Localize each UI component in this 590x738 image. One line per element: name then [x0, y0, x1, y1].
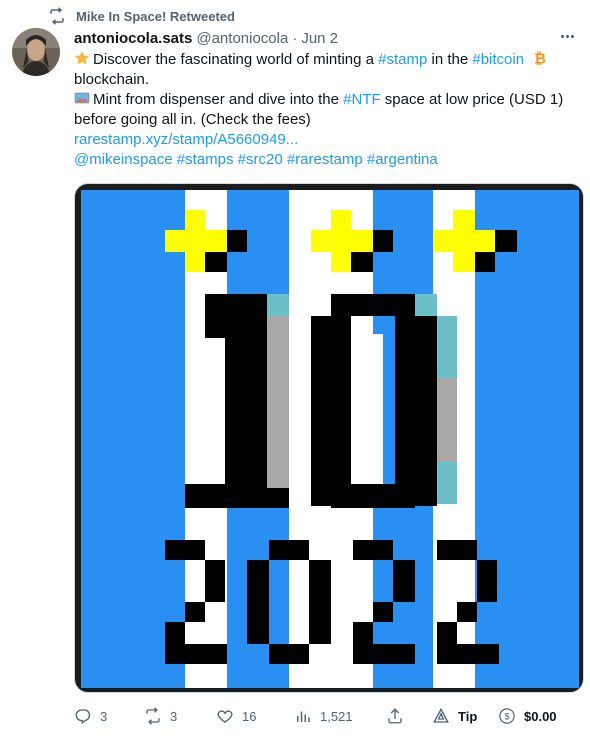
tip-button[interactable]: Tip — [432, 707, 477, 725]
heart-icon — [217, 710, 233, 723]
reply-button[interactable]: 3 — [74, 707, 107, 725]
header-separator: · — [292, 29, 298, 47]
star-emoji — [75, 51, 89, 65]
tweet-line-4: before going all in. (Check the fees) — [74, 111, 311, 128]
reply-count: 3 — [100, 708, 108, 724]
reply-icon — [75, 709, 91, 725]
retweet-icon — [146, 707, 160, 725]
tip-label: Tip — [458, 708, 478, 724]
hashtag-ntf[interactable]: #NTF — [343, 91, 381, 108]
share-icon — [388, 708, 402, 724]
hashtag-bitcoin[interactable]: #bitcoin — [472, 51, 524, 68]
share-button[interactable] — [386, 707, 404, 725]
views-icon — [297, 711, 310, 722]
retweet-indicator[interactable]: Mike In Space! Retweeted — [48, 7, 235, 25]
tv-emoji — [74, 92, 90, 104]
tweet-line-1: Discover the fascinating world of mintin… — [74, 50, 578, 70]
author-handle[interactable]: @antoniocola — [196, 30, 288, 47]
svg-text:$: $ — [504, 711, 509, 721]
action-bar: 3 3 16 1,521 Tip $ $0.00 — [74, 705, 570, 727]
hashtag-stamp[interactable]: #stamp — [378, 51, 427, 68]
tweet-line-2: blockchain. — [74, 71, 150, 88]
retweet-icon — [50, 7, 64, 25]
retweet-count: 3 — [170, 708, 178, 724]
views-button[interactable]: 1,521 — [294, 707, 353, 725]
tip-icon — [433, 707, 449, 723]
cash-button[interactable]: $ $0.00 — [498, 707, 557, 725]
tweet-body: Discover the fascinating world of mintin… — [74, 50, 578, 170]
like-button[interactable]: 16 — [216, 707, 256, 725]
avatar-image — [12, 28, 60, 76]
tweet-date[interactable]: Jun 2 — [301, 30, 338, 47]
cashtag-icon: $ — [499, 708, 515, 724]
cash-label: $0.00 — [524, 708, 557, 724]
tweet-header: antoniocola.sats @antoniocola · Jun 2 — [74, 28, 338, 48]
views-count: 1,521 — [320, 708, 353, 724]
bitcoin-icon: ₿ — [534, 51, 546, 66]
like-count: 16 — [242, 708, 257, 724]
tweet-tags-line: @mikeinspace #stamps #src20 #rarestamp #… — [74, 150, 578, 170]
stamp-pixel-art — [81, 190, 579, 688]
svg-text:₿: ₿ — [534, 51, 546, 66]
tweet-line-3: Mint from dispenser and dive into the #N… — [74, 90, 578, 110]
stamp-image[interactable] — [74, 183, 584, 693]
avatar[interactable] — [12, 28, 60, 76]
author-name[interactable]: antoniocola.sats — [74, 30, 192, 47]
mention-mikeinspace[interactable]: @mikeinspace — [74, 151, 173, 168]
retweet-label: Mike In Space! Retweeted — [76, 8, 235, 24]
retweet-button[interactable]: 3 — [144, 707, 177, 725]
hashtags[interactable]: #stamps #src20 #rarestamp #argentina — [173, 151, 438, 168]
more-icon[interactable] — [556, 26, 578, 46]
tweet-link[interactable]: rarestamp.xyz/stamp/A5660949... — [74, 130, 578, 150]
